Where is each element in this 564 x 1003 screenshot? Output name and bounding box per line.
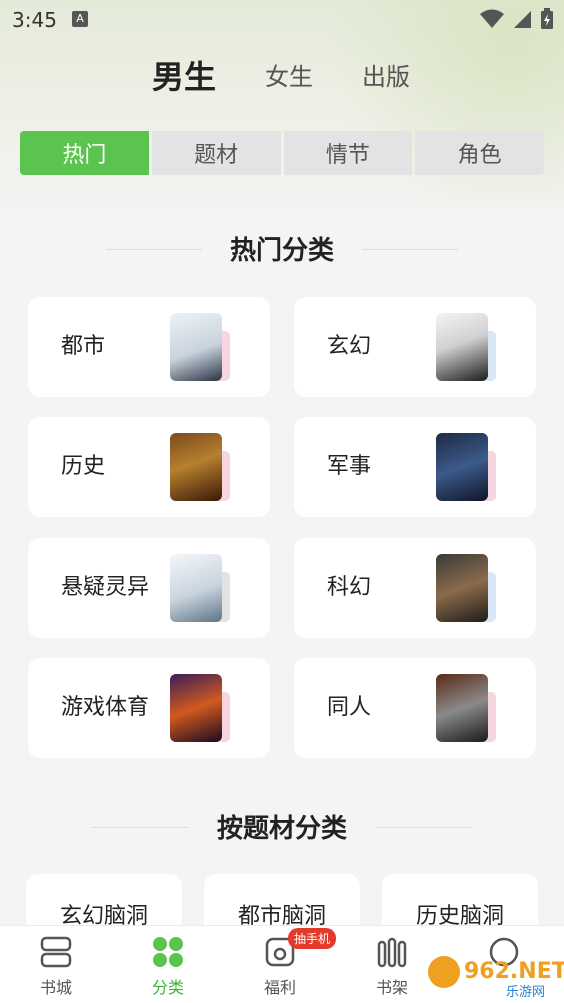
gender-tabs: 男生 女生 出版 [0, 52, 564, 102]
tab-theme[interactable]: 题材 [151, 131, 281, 175]
tab-plot[interactable]: 情节 [283, 131, 413, 175]
tab-role[interactable]: 角色 [415, 131, 544, 175]
category-label: 同人 [327, 695, 372, 720]
status-bar: 3:45 A [0, 0, 564, 40]
tab-hot[interactable]: 热门 [20, 131, 149, 175]
divider [106, 248, 202, 250]
category-card-lishi[interactable]: 历史 [28, 417, 270, 517]
section-title: 按题材分类 [216, 814, 347, 844]
category-label: 科幻 [327, 575, 372, 600]
nav-welfare[interactable]: 抽手机 福利 [224, 926, 337, 1003]
category-label: 都市 [61, 334, 106, 359]
tab-publish[interactable]: 出版 [362, 52, 410, 102]
watermark-text: 962.NET [464, 959, 564, 984]
watermark-sub: 乐游网 [506, 985, 545, 1000]
bookshelf-icon [377, 937, 407, 968]
theme-section-header: 按题材分类 [0, 808, 564, 845]
book-cover-image [436, 554, 488, 622]
book-cover-image [436, 674, 488, 742]
hot-section-header: 热门分类 [0, 230, 564, 267]
nav-bookstore[interactable]: 书城 [0, 926, 112, 1003]
nav-category[interactable]: 分类 [112, 926, 224, 1003]
category-card-dushi[interactable]: 都市 [28, 297, 270, 397]
category-card-xuanhuan[interactable]: 玄幻 [294, 297, 536, 397]
category-label: 军事 [327, 454, 372, 479]
book-cover-image [436, 433, 488, 501]
category-label: 游戏体育 [61, 695, 150, 720]
bookstore-icon [40, 936, 72, 968]
tab-female[interactable]: 女生 [265, 52, 313, 102]
category-icon [153, 937, 183, 967]
category-card-xuanyi[interactable]: 悬疑灵异 [28, 538, 270, 638]
watermark-logo: 962.NET 乐游网 [428, 956, 564, 1000]
wifi-icon [480, 9, 504, 28]
divider [92, 826, 188, 828]
segment-tabs: 热门 题材 情节 角色 [20, 131, 544, 175]
nav-label: 福利 [263, 978, 296, 997]
category-card-kehuan[interactable]: 科幻 [294, 538, 536, 638]
nav-label: 书城 [39, 978, 72, 997]
nav-label: 分类 [151, 978, 184, 997]
category-card-junshi[interactable]: 军事 [294, 417, 536, 517]
category-card-youxi[interactable]: 游戏体育 [28, 658, 270, 758]
section-title: 热门分类 [229, 236, 334, 266]
book-cover-image [170, 433, 222, 501]
battery-icon [541, 8, 553, 29]
tab-male[interactable]: 男生 [152, 52, 216, 102]
category-label: 悬疑灵异 [61, 575, 150, 600]
book-cover-image [170, 674, 222, 742]
divider [376, 826, 472, 828]
category-label: 玄幻 [327, 334, 372, 359]
book-cover-image [170, 554, 222, 622]
book-cover-image [170, 313, 222, 381]
category-label: 历史 [61, 454, 106, 479]
divider [362, 248, 458, 250]
notification-icon: A [72, 11, 88, 27]
category-card-tongren[interactable]: 同人 [294, 658, 536, 758]
book-cover-image [436, 313, 488, 381]
signal-icon [514, 11, 531, 28]
status-time: 3:45 [12, 8, 57, 32]
welfare-badge: 抽手机 [288, 928, 337, 949]
